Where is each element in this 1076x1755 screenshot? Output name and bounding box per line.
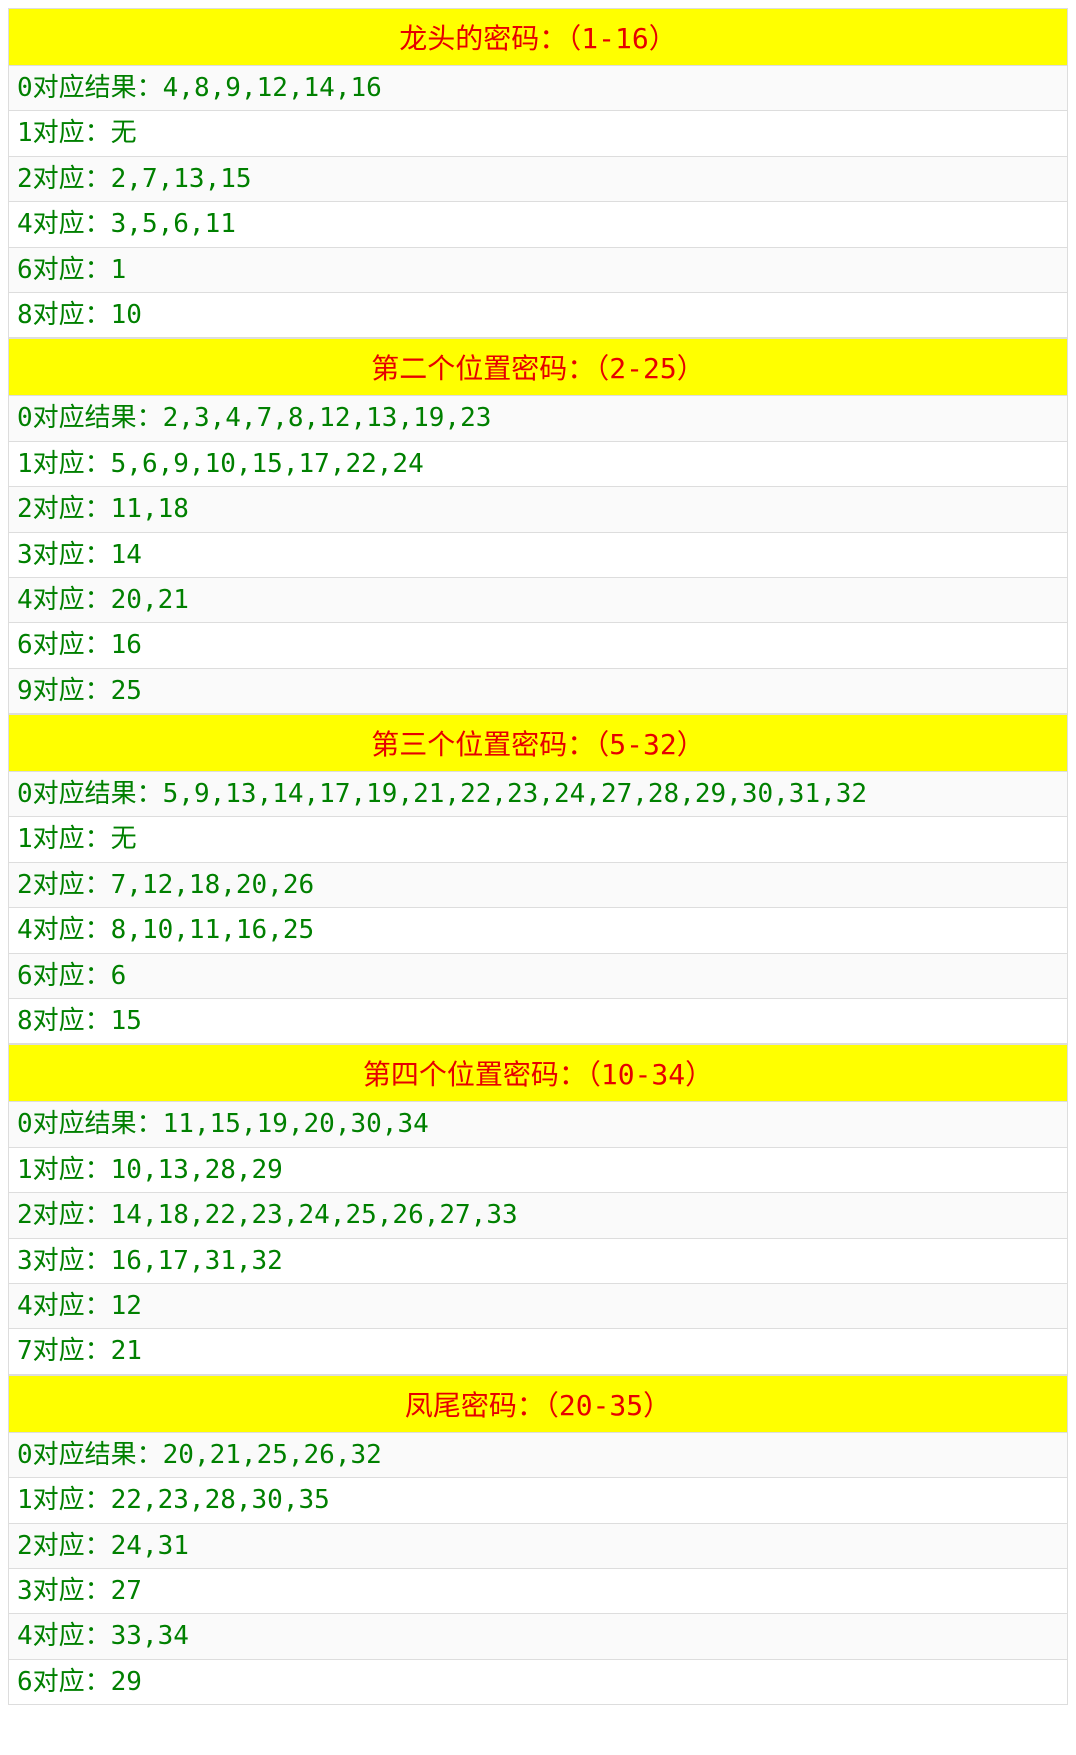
- data-row: 1对应：无: [8, 817, 1068, 862]
- section-2: 第二个位置密码：（2-25） 0对应结果：2,3,4,7,8,12,13,19,…: [8, 338, 1068, 714]
- data-row: 4对应：33,34: [8, 1614, 1068, 1659]
- section-header: 凤尾密码：（20-35）: [8, 1375, 1068, 1433]
- section-header: 第二个位置密码：（2-25）: [8, 338, 1068, 396]
- data-row: 2对应：11,18: [8, 487, 1068, 532]
- section-1: 龙头的密码：（1-16） 0对应结果：4,8,9,12,14,16 1对应：无 …: [8, 8, 1068, 338]
- data-row: 4对应：12: [8, 1284, 1068, 1329]
- data-row: 9对应：25: [8, 669, 1068, 714]
- data-row: 2对应：2,7,13,15: [8, 157, 1068, 202]
- section-3: 第三个位置密码：（5-32） 0对应结果：5,9,13,14,17,19,21,…: [8, 714, 1068, 1044]
- data-row: 2对应：14,18,22,23,24,25,26,27,33: [8, 1193, 1068, 1238]
- data-row: 2对应：24,31: [8, 1524, 1068, 1569]
- data-row: 0对应结果：5,9,13,14,17,19,21,22,23,24,27,28,…: [8, 772, 1068, 817]
- data-row: 2对应：7,12,18,20,26: [8, 863, 1068, 908]
- data-row: 1对应：22,23,28,30,35: [8, 1478, 1068, 1523]
- data-row: 7对应：21: [8, 1329, 1068, 1374]
- data-row: 3对应：16,17,31,32: [8, 1239, 1068, 1284]
- main-container: 龙头的密码：（1-16） 0对应结果：4,8,9,12,14,16 1对应：无 …: [0, 0, 1076, 1713]
- data-row: 6对应：29: [8, 1660, 1068, 1705]
- data-row: 1对应：10,13,28,29: [8, 1148, 1068, 1193]
- data-row: 1对应：5,6,9,10,15,17,22,24: [8, 442, 1068, 487]
- data-row: 3对应：27: [8, 1569, 1068, 1614]
- data-row: 8对应：15: [8, 999, 1068, 1044]
- data-row: 6对应：6: [8, 954, 1068, 999]
- data-row: 3对应：14: [8, 533, 1068, 578]
- section-4: 第四个位置密码：（10-34） 0对应结果：11,15,19,20,30,34 …: [8, 1044, 1068, 1374]
- data-row: 4对应：8,10,11,16,25: [8, 908, 1068, 953]
- data-row: 6对应：16: [8, 623, 1068, 668]
- section-5: 凤尾密码：（20-35） 0对应结果：20,21,25,26,32 1对应：22…: [8, 1375, 1068, 1705]
- data-row: 1对应：无: [8, 111, 1068, 156]
- section-header: 第四个位置密码：（10-34）: [8, 1044, 1068, 1102]
- data-row: 4对应：3,5,6,11: [8, 202, 1068, 247]
- data-row: 0对应结果：2,3,4,7,8,12,13,19,23: [8, 396, 1068, 441]
- data-row: 6对应：1: [8, 248, 1068, 293]
- data-row: 0对应结果：4,8,9,12,14,16: [8, 66, 1068, 111]
- data-row: 0对应结果：20,21,25,26,32: [8, 1433, 1068, 1478]
- data-row: 8对应：10: [8, 293, 1068, 338]
- data-row: 4对应：20,21: [8, 578, 1068, 623]
- data-row: 0对应结果：11,15,19,20,30,34: [8, 1102, 1068, 1147]
- section-header: 第三个位置密码：（5-32）: [8, 714, 1068, 772]
- section-header: 龙头的密码：（1-16）: [8, 8, 1068, 66]
